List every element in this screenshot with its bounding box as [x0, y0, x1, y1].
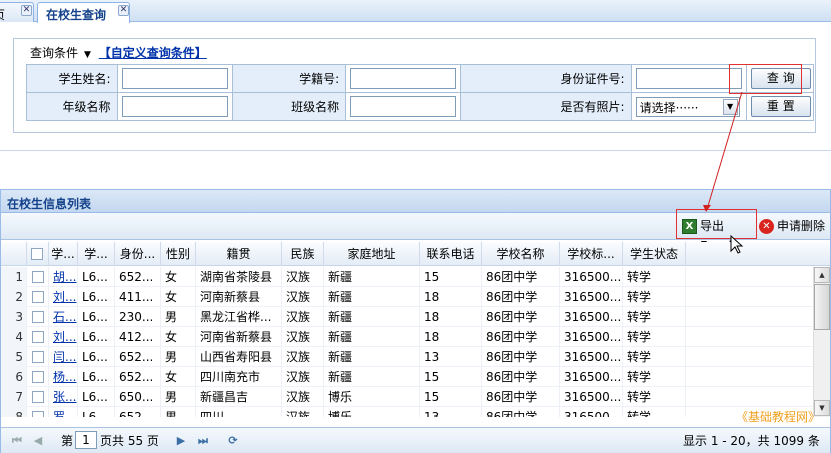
annotation-arrow-icon — [703, 91, 743, 212]
watermark: 《基础教程网》 — [736, 410, 821, 424]
mouse-cursor-icon — [730, 235, 744, 254]
